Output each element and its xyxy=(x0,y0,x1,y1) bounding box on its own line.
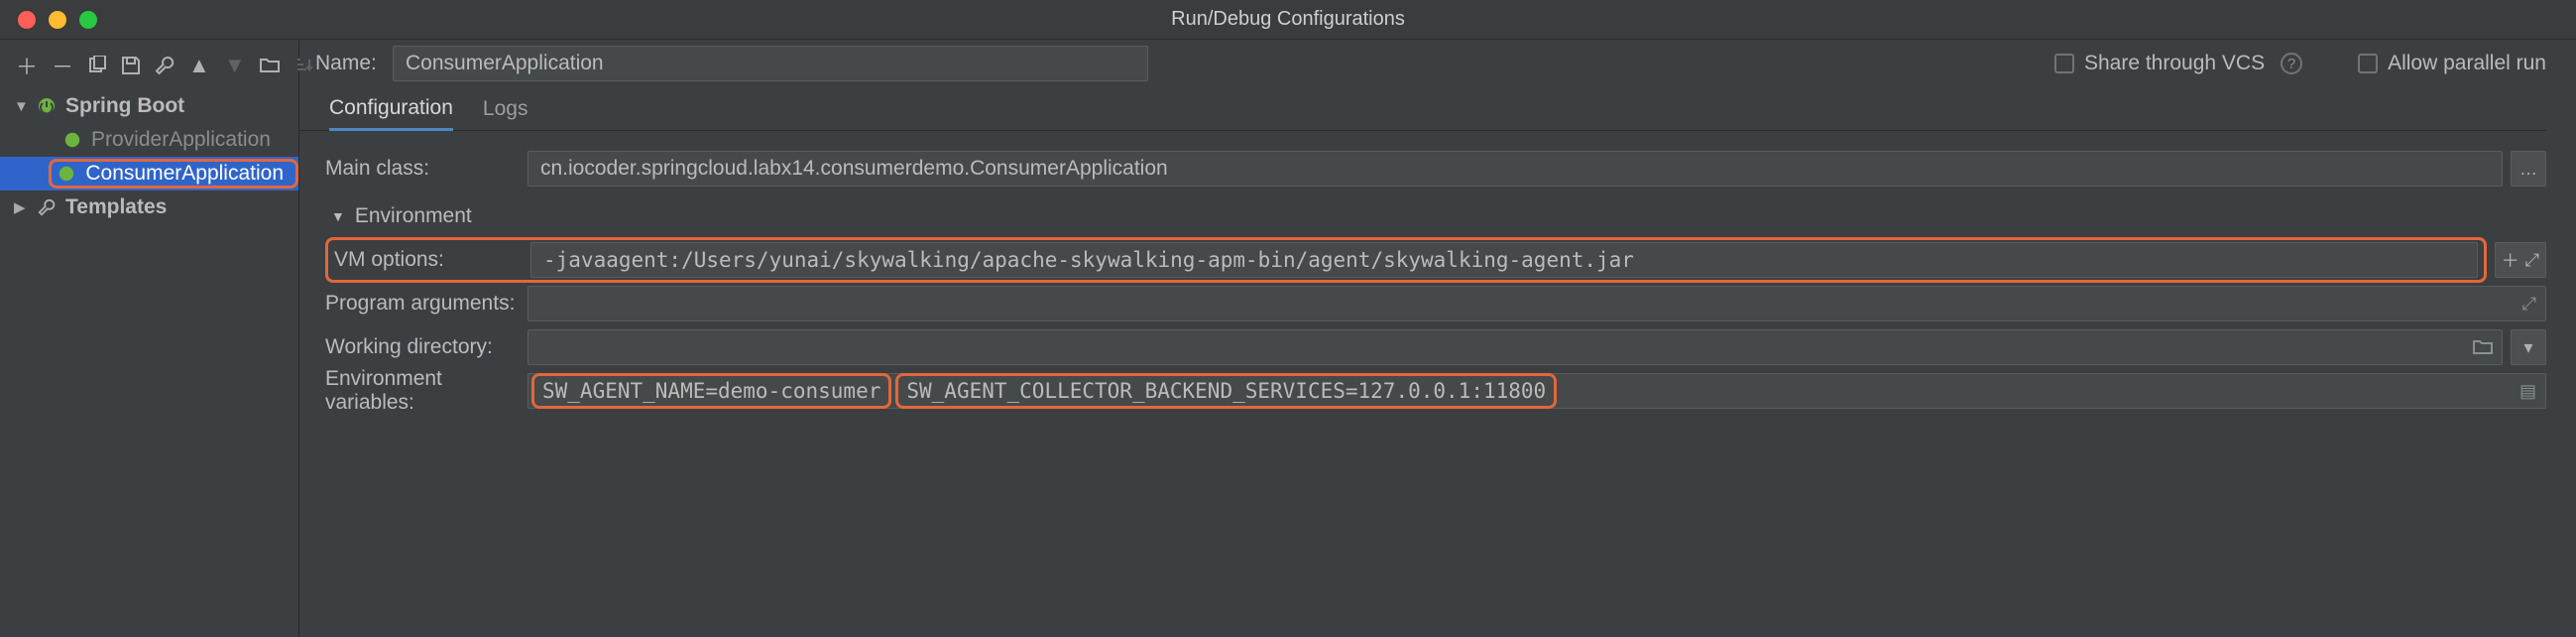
tree-node-label: ConsumerApplication xyxy=(85,162,284,186)
program-args-label: Program arguments: xyxy=(325,292,527,316)
working-directory-input[interactable] xyxy=(527,329,2503,365)
env-var-collector: SW_AGENT_COLLECTOR_BACKEND_SERVICES=127.… xyxy=(895,373,1557,409)
save-icon[interactable] xyxy=(121,56,141,75)
row-env-variables: Environment variables: SW_AGENT_NAME=dem… xyxy=(325,369,2546,413)
spring-boot-icon xyxy=(56,165,77,183)
tree-toolbar: ＋ － ▲ ▼ xyxy=(0,40,298,87)
program-args-input[interactable] xyxy=(527,286,2546,321)
tree-node-spring-boot[interactable]: ▼ Spring Boot xyxy=(0,89,298,123)
expand-icon[interactable]: ⤢ xyxy=(2522,294,2536,315)
row-vm-options: VM options: ＋ ⤢ xyxy=(325,238,2546,282)
titlebar: Run/Debug Configurations xyxy=(0,0,2576,40)
move-up-icon[interactable]: ▲ xyxy=(188,53,210,78)
row-main-class: Main class: … xyxy=(325,147,2546,191)
wrench-icon[interactable] xyxy=(155,56,175,75)
configuration-editor: Name: Share through VCS ? Allow parallel… xyxy=(299,40,2576,637)
expand-icon: ⤢ xyxy=(2525,250,2539,271)
tree-node-consumer-app[interactable]: ConsumerApplication xyxy=(0,157,298,191)
environment-section-label: Environment xyxy=(355,204,472,228)
tree-node-label: ProviderApplication xyxy=(91,128,271,152)
list-icon[interactable]: ▤ xyxy=(2519,381,2536,402)
parallel-label: Allow parallel run xyxy=(2388,52,2546,75)
tab-configuration[interactable]: Configuration xyxy=(329,87,453,131)
help-icon[interactable]: ? xyxy=(2281,53,2302,74)
vm-options-add-button[interactable]: ＋ ⤢ xyxy=(2495,242,2546,278)
highlight-consumer-app: ConsumerApplication xyxy=(49,159,298,189)
env-var-agent-name: SW_AGENT_NAME=demo-consumer xyxy=(531,373,891,409)
tree-node-provider-app[interactable]: ProviderApplication xyxy=(0,123,298,157)
env-variables-label: Environment variables: xyxy=(325,367,527,415)
vm-options-input[interactable] xyxy=(530,242,2478,278)
configurations-tree: ▼ Spring Boot ProviderApplication xyxy=(0,87,298,224)
tree-node-label: Spring Boot xyxy=(65,94,184,118)
chevron-right-icon: ▶ xyxy=(14,198,28,216)
main-class-label: Main class: xyxy=(325,157,527,181)
env-variables-input[interactable]: SW_AGENT_NAME=demo-consumer SW_AGENT_COL… xyxy=(527,373,2546,409)
move-down-icon[interactable]: ▼ xyxy=(224,53,246,78)
environment-section-header[interactable]: ▼ Environment xyxy=(325,191,2546,238)
tab-logs[interactable]: Logs xyxy=(483,87,528,131)
browse-class-button[interactable]: … xyxy=(2511,151,2546,187)
checkbox-icon xyxy=(2358,54,2378,73)
form-area: Main class: … ▼ Environment VM options: xyxy=(299,131,2546,413)
vm-options-label: VM options: xyxy=(334,248,530,272)
folder-icon[interactable] xyxy=(260,58,280,73)
row-program-args: Program arguments: ⤢ xyxy=(325,282,2546,325)
share-checkbox[interactable]: Share through VCS ? xyxy=(2054,52,2302,75)
spring-boot-icon xyxy=(36,96,58,116)
working-directory-label: Working directory: xyxy=(325,335,527,359)
tree-node-templates[interactable]: ▶ Templates xyxy=(0,191,298,224)
working-directory-dropdown[interactable]: ▾ xyxy=(2511,329,2546,365)
remove-icon[interactable]: － xyxy=(52,50,73,81)
name-input[interactable] xyxy=(393,46,1148,81)
spring-boot-icon xyxy=(61,131,83,149)
config-header: Name: Share through VCS ? Allow parallel… xyxy=(299,40,2546,87)
tab-bar: Configuration Logs xyxy=(299,87,2546,131)
tree-node-label: Templates xyxy=(65,195,167,219)
main-class-input[interactable] xyxy=(527,151,2503,187)
row-working-directory: Working directory: ▾ xyxy=(325,325,2546,369)
copy-icon[interactable] xyxy=(87,56,107,75)
checkbox-icon xyxy=(2054,54,2074,73)
folder-icon[interactable] xyxy=(2473,339,2493,355)
chevron-down-icon: ▼ xyxy=(331,208,345,224)
share-label: Share through VCS xyxy=(2084,52,2265,75)
add-icon[interactable]: ＋ xyxy=(16,50,38,81)
window-title: Run/Debug Configurations xyxy=(0,8,2576,31)
plus-icon: ＋ xyxy=(2502,247,2519,273)
configurations-tree-panel: ＋ － ▲ ▼ ▼ xyxy=(0,40,299,637)
name-label: Name: xyxy=(315,52,375,75)
parallel-checkbox[interactable]: Allow parallel run xyxy=(2358,52,2546,75)
chevron-down-icon: ▼ xyxy=(14,98,28,115)
wrench-icon xyxy=(36,198,58,216)
